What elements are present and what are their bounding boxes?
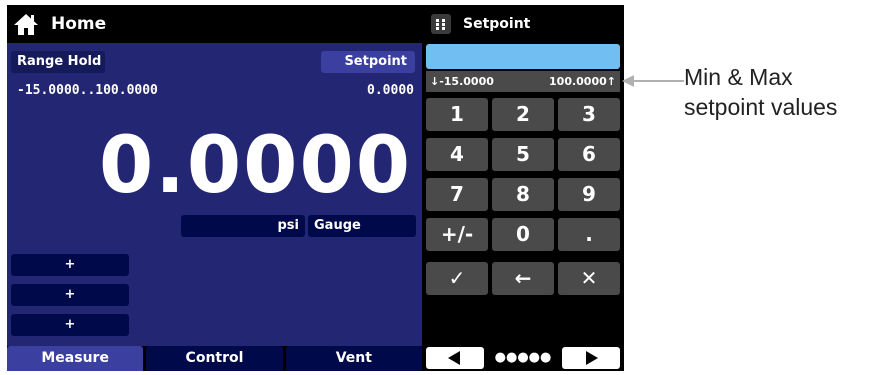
pressure-reading: 0.0000 bbox=[99, 121, 412, 211]
left-arrow-icon bbox=[448, 351, 460, 365]
tab-vent[interactable]: Vent bbox=[285, 346, 422, 371]
keypad-title: Setpoint bbox=[463, 16, 531, 32]
page-indicator: ●●●●● bbox=[494, 350, 552, 365]
key-9[interactable]: 9 bbox=[558, 178, 620, 211]
add-function-button[interactable]: + bbox=[11, 314, 129, 336]
annotation-line-2: setpoint values bbox=[684, 94, 838, 120]
annotation-arrow-icon bbox=[622, 75, 684, 87]
min-limit: ↓-15.0000 bbox=[430, 75, 494, 88]
setpoint-keypad: Setpoint ↓-15.0000 100.0000↑ 1 2 3 4 5 6… bbox=[422, 5, 624, 371]
setpoint-button[interactable]: Setpoint bbox=[321, 51, 415, 73]
home-icon[interactable] bbox=[13, 12, 39, 36]
annotation-text: Min & Max setpoint values bbox=[684, 62, 837, 122]
top-bar: Home bbox=[7, 5, 422, 43]
key-8[interactable]: 8 bbox=[492, 178, 554, 211]
page-title: Home bbox=[51, 14, 107, 34]
home-panel: Home Range Hold -15.0000..100.0000 Setpo… bbox=[7, 5, 422, 371]
key-7[interactable]: 7 bbox=[426, 178, 488, 211]
bottom-tabs: Measure Control Vent bbox=[7, 346, 422, 371]
key-plus-minus[interactable]: +/- bbox=[426, 218, 488, 251]
key-4[interactable]: 4 bbox=[426, 138, 488, 171]
backspace-button[interactable]: ← bbox=[492, 262, 554, 295]
key-decimal[interactable]: . bbox=[558, 218, 620, 251]
right-arrow-icon bbox=[586, 351, 598, 365]
mode-button[interactable]: Gauge bbox=[308, 215, 416, 237]
prev-page-button[interactable] bbox=[426, 347, 484, 369]
key-1[interactable]: 1 bbox=[426, 98, 488, 131]
setpoint-limits: ↓-15.0000 100.0000↑ bbox=[426, 71, 620, 92]
tab-measure[interactable]: Measure bbox=[7, 346, 144, 371]
tab-control[interactable]: Control bbox=[146, 346, 283, 371]
grid-icon[interactable] bbox=[431, 14, 451, 34]
key-0[interactable]: 0 bbox=[492, 218, 554, 251]
key-6[interactable]: 6 bbox=[558, 138, 620, 171]
unit-button[interactable]: psi bbox=[181, 215, 305, 237]
device-screen: Home Range Hold -15.0000..100.0000 Setpo… bbox=[7, 5, 624, 371]
add-function-button[interactable]: + bbox=[11, 254, 129, 276]
keypad-header: Setpoint bbox=[422, 5, 624, 43]
key-5[interactable]: 5 bbox=[492, 138, 554, 171]
cancel-button[interactable]: ✕ bbox=[558, 262, 620, 295]
range-values: -15.0000..100.0000 bbox=[17, 83, 158, 98]
ok-button[interactable]: ✓ bbox=[426, 262, 488, 295]
annotation-line-1: Min & Max bbox=[684, 64, 793, 90]
next-page-button[interactable] bbox=[562, 347, 620, 369]
range-hold-button[interactable]: Range Hold bbox=[11, 51, 105, 73]
key-2[interactable]: 2 bbox=[492, 98, 554, 131]
setpoint-entry-field[interactable] bbox=[426, 44, 620, 69]
max-limit: 100.0000↑ bbox=[549, 75, 616, 88]
setpoint-value: 0.0000 bbox=[367, 83, 414, 98]
main-display: Range Hold -15.0000..100.0000 Setpoint 0… bbox=[7, 43, 422, 346]
key-3[interactable]: 3 bbox=[558, 98, 620, 131]
add-function-button[interactable]: + bbox=[11, 284, 129, 306]
